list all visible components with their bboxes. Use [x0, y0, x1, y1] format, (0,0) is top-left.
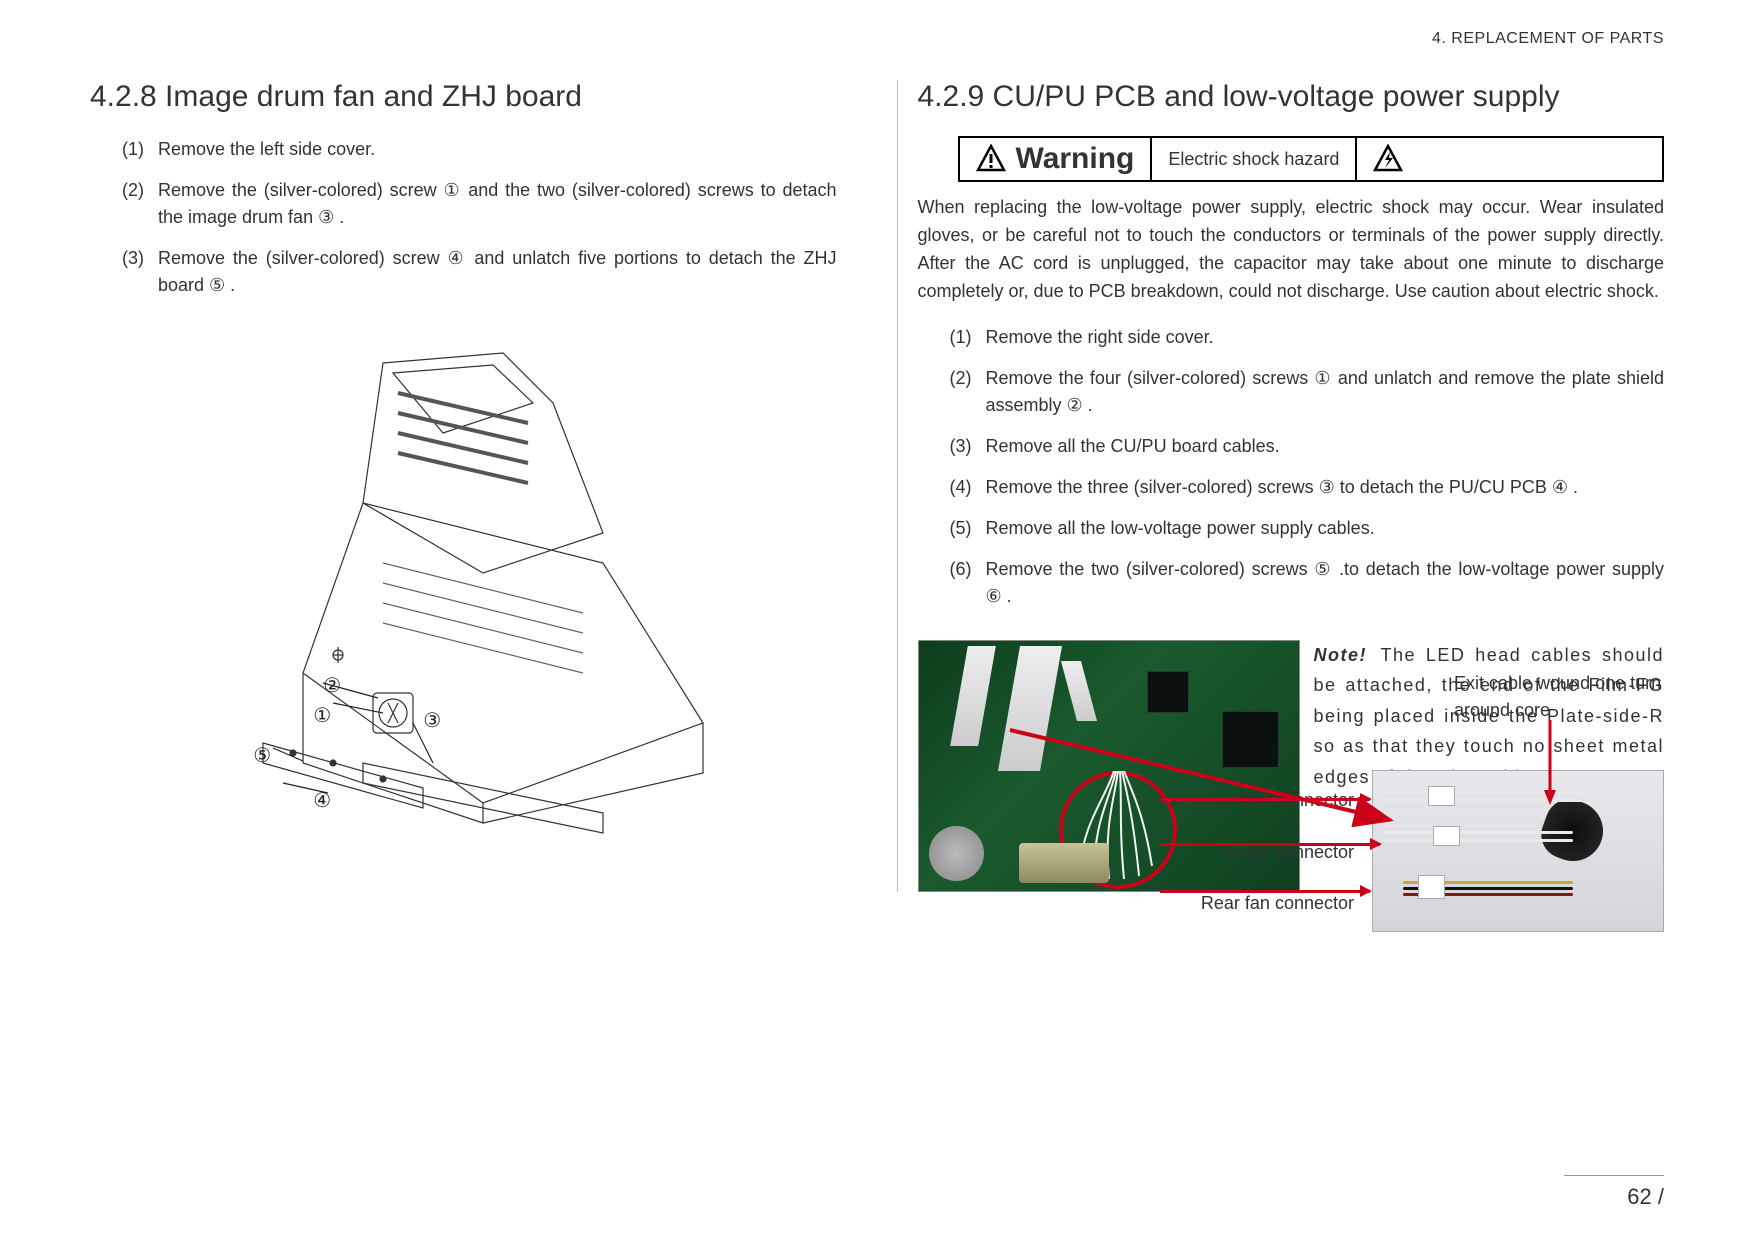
connector-labels: Exit connector Fuser connector Rear fan … [1144, 790, 1354, 945]
printer-diagram-svg [183, 343, 743, 843]
warning-shock-icon-cell [1357, 138, 1429, 180]
warning-triangle-icon [976, 144, 1006, 174]
warning-label-text: Warning [1016, 142, 1135, 176]
section-heading-428: 4.2.8 Image drum fan and ZHJ board [90, 80, 837, 114]
chapter-header: 4. REPLACEMENT OF PARTS [1432, 30, 1664, 48]
page-number: 62 / [1564, 1175, 1664, 1210]
exit-cable-note: Exit cable wound one turn around core [1454, 670, 1664, 724]
callout-5: ⑤ [253, 743, 271, 768]
step-item: Remove all the low-voltage power supply … [950, 515, 1665, 542]
shock-triangle-icon [1373, 144, 1403, 174]
step-item: Remove the right side cover. [950, 324, 1665, 351]
section-heading-429: 4.2.9 CU/PU PCB and low-voltage power su… [918, 80, 1665, 114]
steps-left: Remove the left side cover. Remove the (… [122, 136, 837, 313]
step-item: Remove the three (silver-colored) screws… [950, 474, 1665, 501]
left-column: 4.2.8 Image drum fan and ZHJ board Remov… [90, 80, 857, 892]
step-item: Remove the (silver-colored) screw ① and … [122, 177, 837, 231]
note-label: Note! [1314, 645, 1368, 665]
callout-3: ③ [423, 708, 441, 733]
figure-printer-exploded: ② ① ③ ⑤ ④ [183, 343, 743, 843]
step-item: Remove all the CU/PU board cables. [950, 433, 1665, 460]
warning-label-cell: Warning [960, 138, 1153, 180]
step-item: Remove the (silver-colored) screw ④ and … [122, 245, 837, 299]
warning-box: Warning Electric shock hazard [958, 136, 1665, 182]
callout-4: ④ [313, 788, 331, 813]
photo-cable [1372, 770, 1664, 932]
warning-paragraph: When replacing the low-voltage power sup… [918, 194, 1665, 306]
step-item: Remove the two (silver-colored) screws ⑤… [950, 556, 1665, 610]
step-item: Remove the left side cover. [122, 136, 837, 163]
arrow-fuser [1160, 843, 1380, 846]
callout-1: ① [313, 703, 331, 728]
warning-hazard-cell: Electric shock hazard [1152, 138, 1357, 180]
steps-right: Remove the right side cover. Remove the … [950, 324, 1665, 624]
step-item: Remove the four (silver-colored) screws … [950, 365, 1665, 419]
label-rear-fan-connector: Rear fan connector [1144, 893, 1354, 915]
callout-2: ② [323, 673, 341, 698]
arrow-rearfan [1160, 890, 1370, 893]
arrow-exit [1160, 798, 1370, 801]
